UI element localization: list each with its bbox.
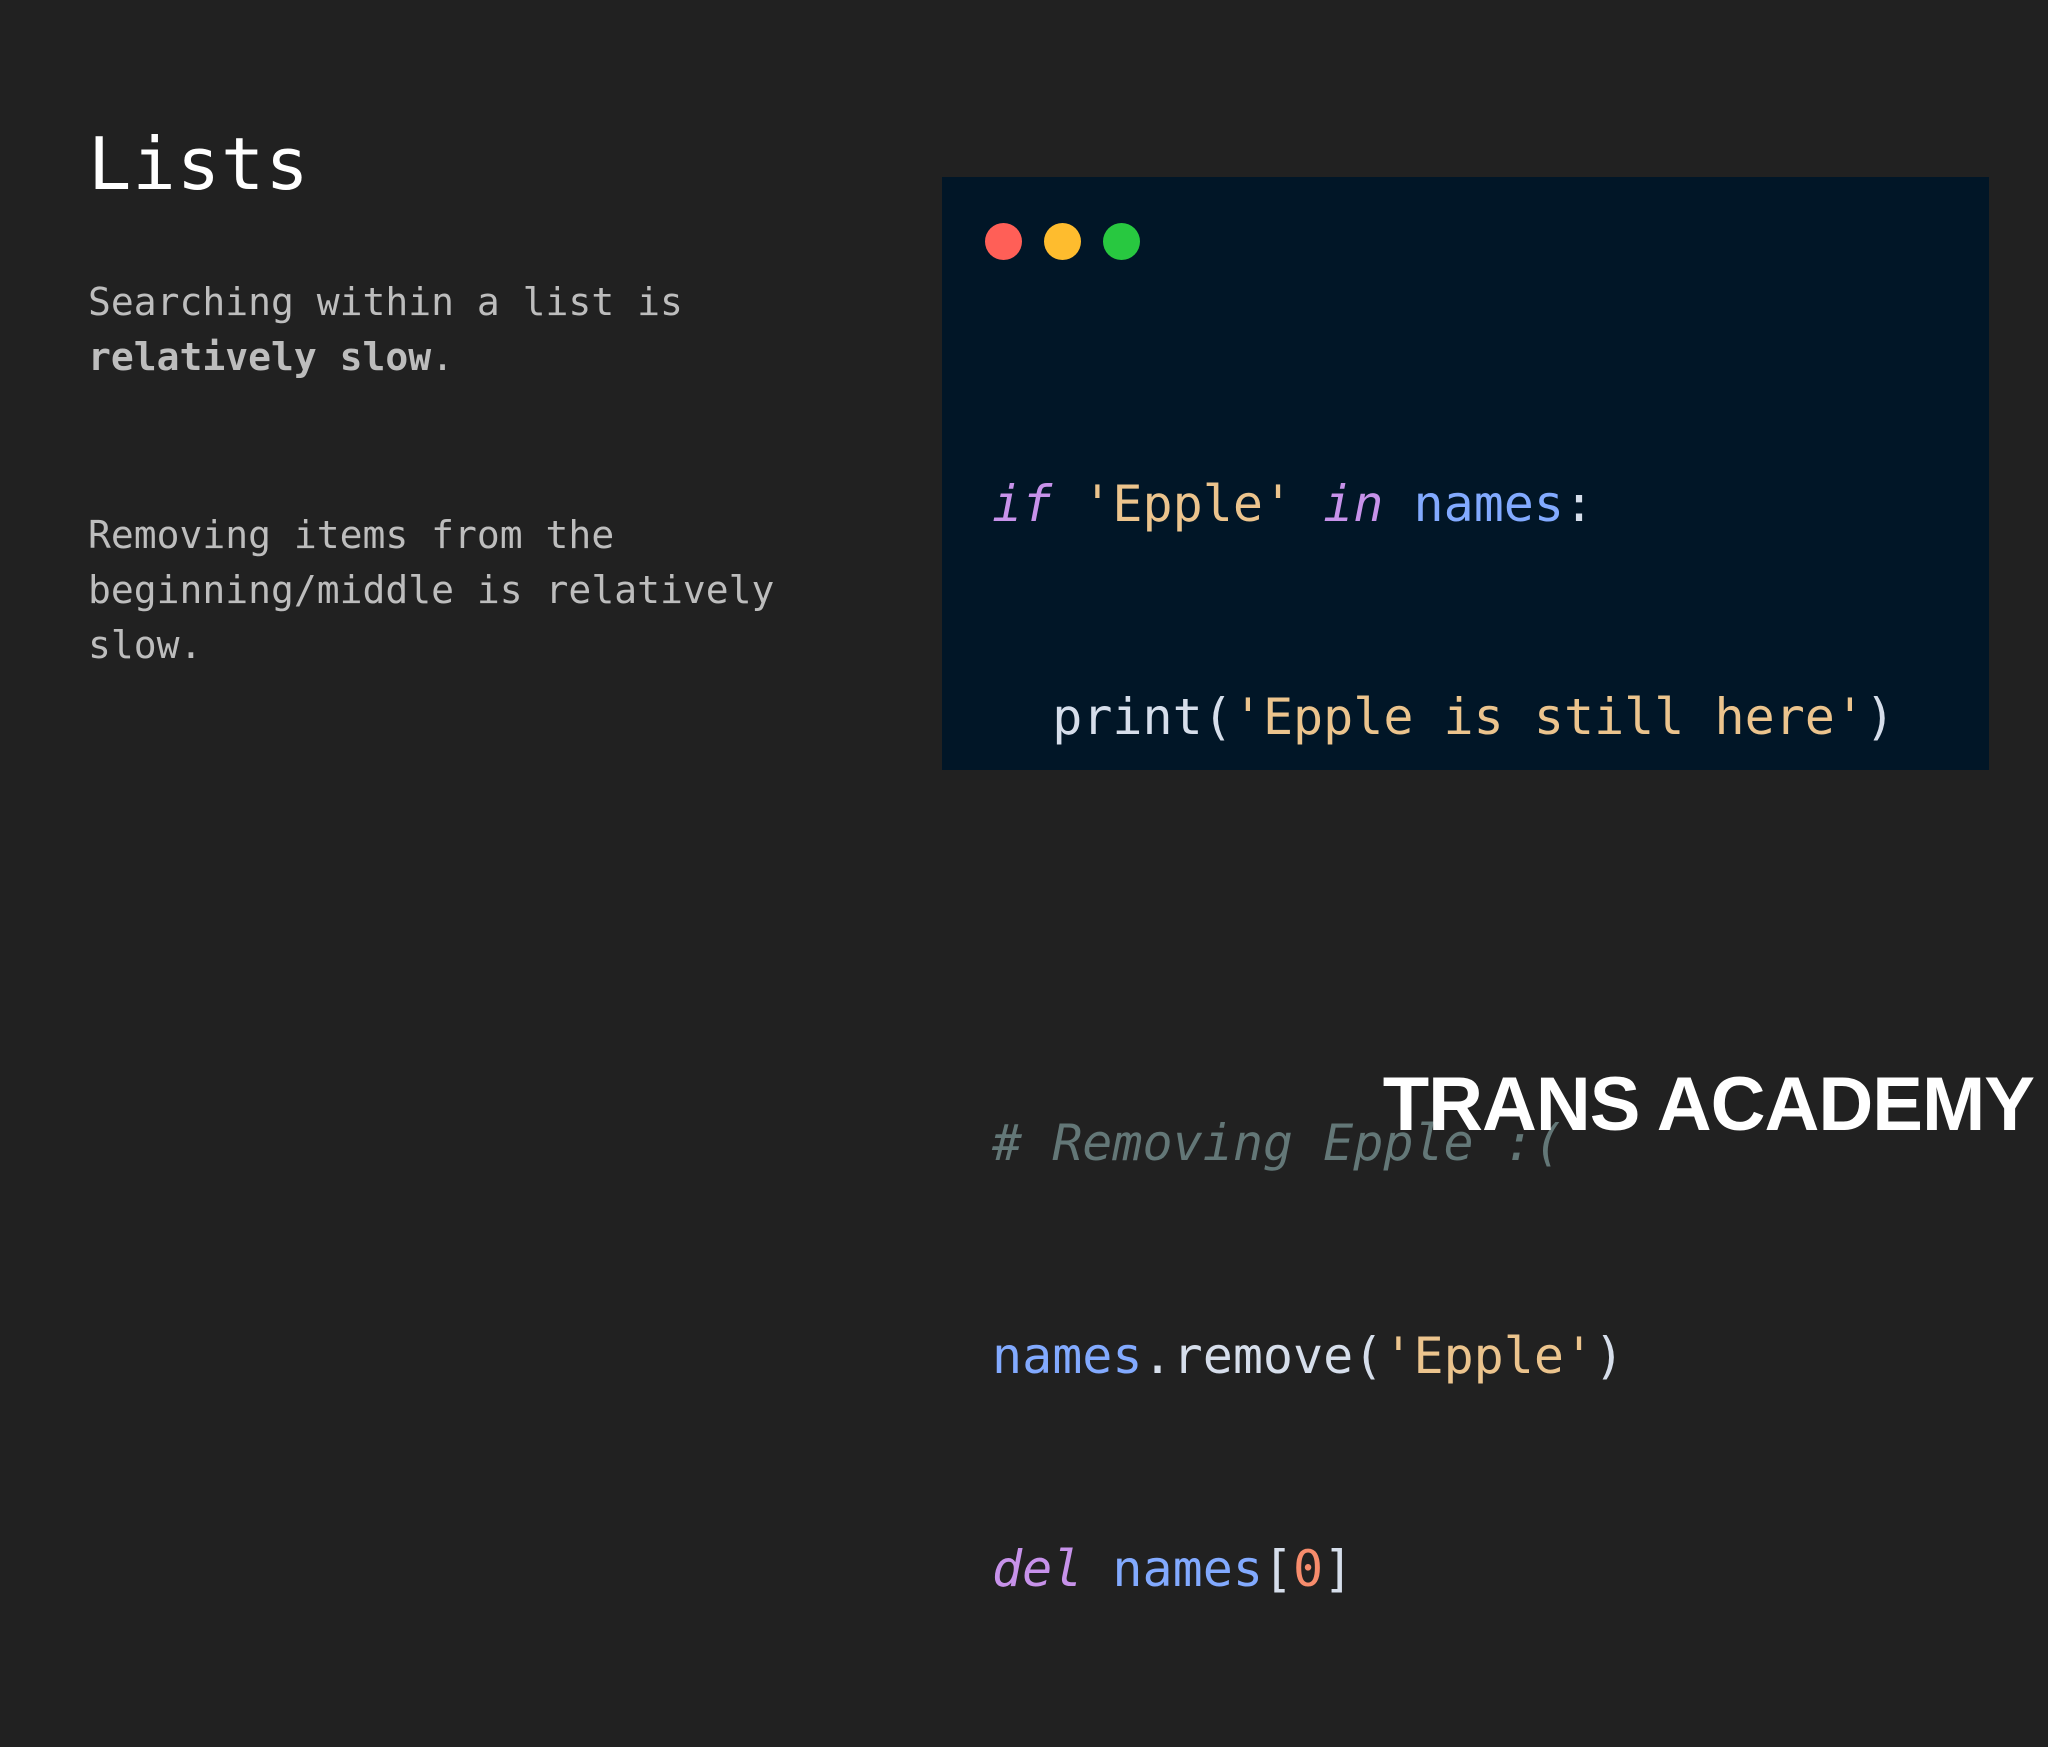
slide: Lists Searching within a list is relativ… [0,0,2048,1598]
code-window: if 'Epple' in names: print('Epple is sti… [942,177,1989,1598]
paragraph-removing: Removing items from the beginning/middle… [88,513,775,667]
punc-dot: . [1142,1327,1173,1385]
punc-close-paren: ) [1865,688,1896,746]
code-line-6: del names[0] [992,1534,1895,1605]
punc-open-paren: ( [1202,688,1233,746]
window-controls [985,223,1140,260]
method-remove: remove [1172,1327,1354,1385]
paragraph-searching-end: . [431,335,455,379]
code-line-5: names.remove('Epple') [992,1321,1895,1392]
func-print: print [1052,688,1203,746]
punc-open-bracket: [ [1262,1540,1294,1598]
code-block: if 'Epple' in names: print('Epple is sti… [992,327,1895,1747]
punc-close-bracket: ] [1323,1540,1354,1598]
string-epple: 'Epple' [1082,475,1294,533]
punc-open-paren: ( [1353,1327,1384,1385]
maximize-dot-icon [1103,223,1140,260]
keyword-del: del [992,1540,1083,1598]
string-epple-still-here: 'Epple is still here' [1232,688,1865,746]
var-names: names [992,1327,1143,1385]
var-names: names [1112,1540,1263,1598]
paragraph-searching-text: Searching within a list is [88,280,683,324]
paragraph-searching: Searching within a list is relatively sl… [88,275,848,385]
trans-academy-logo: TRANS ACADEMY [1382,1062,2035,1147]
number-zero: 0 [1293,1540,1324,1598]
keyword-in: in [1323,475,1384,533]
punc-close-paren: ) [1594,1327,1625,1385]
keyword-if: if [992,475,1053,533]
code-line-2: print('Epple is still here') [992,682,1895,753]
slide-title: Lists [88,122,310,206]
code-line-1: if 'Epple' in names: [992,469,1895,540]
string-epple: 'Epple' [1383,1327,1595,1385]
paragraph-searching-bold: relatively slow [88,335,432,379]
punc-colon: : [1564,475,1595,533]
close-dot-icon [985,223,1022,260]
code-line-3-empty [992,895,1895,966]
var-names: names [1413,475,1564,533]
minimize-dot-icon [1044,223,1081,260]
